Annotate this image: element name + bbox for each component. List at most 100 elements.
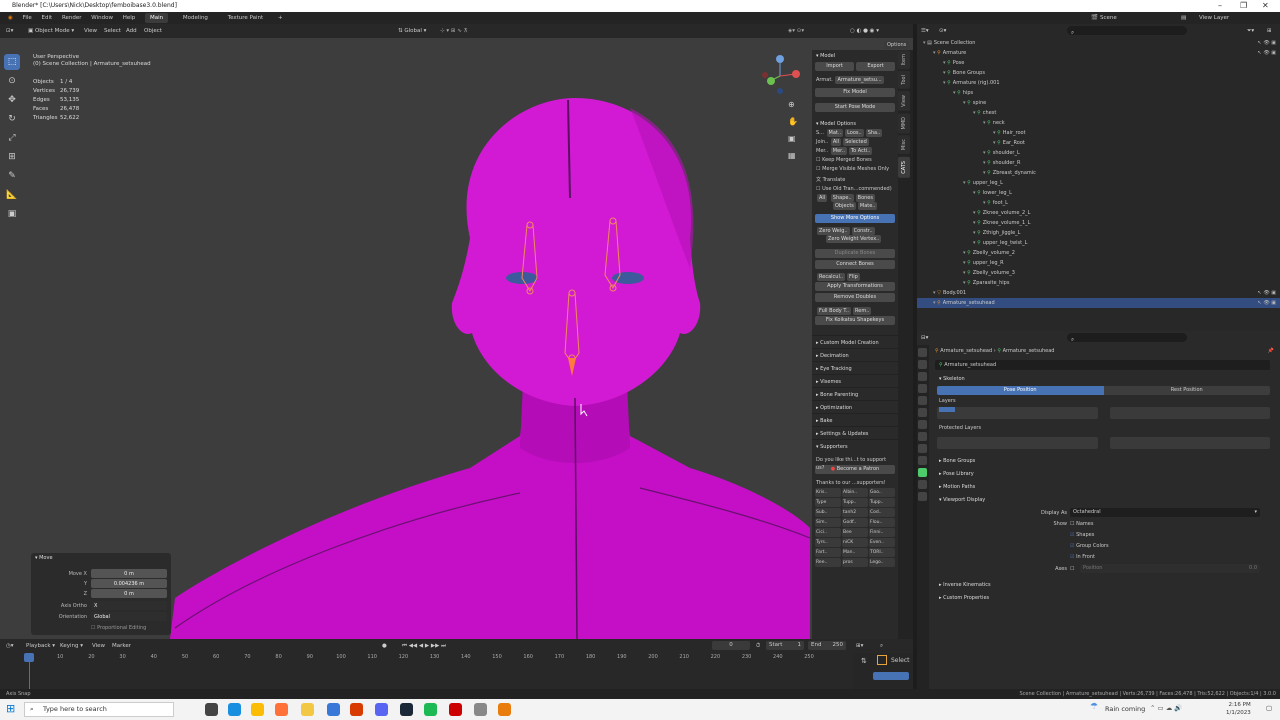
pose-position-button[interactable]: Pose Position [937,386,1104,395]
supporter-badge[interactable]: Sub.. [815,508,841,517]
outliner-item[interactable]: ▾ ⚲ chest [917,108,1280,118]
merge-visible-checkbox[interactable]: ☐ [816,166,820,172]
taskbar-search-input[interactable]: ⌕ Type here to search [24,702,174,717]
outliner-item[interactable]: ▾ ⚲ Ear_Root [917,138,1280,148]
outliner-editor-type-icon[interactable]: ☰▾ [921,24,929,38]
translate-all-button[interactable]: All [817,194,828,202]
keying-menu[interactable]: Keying ▾ [60,639,83,653]
supporter-badge[interactable]: tanh2 [842,508,868,517]
blender-logo-icon[interactable]: ◉ [8,15,13,21]
skeleton-panel-header[interactable]: ▾ Skeleton [917,373,1280,386]
system-tray-icons[interactable]: ⌃ ▭ ☁ 🔊 [1150,704,1182,712]
section-decimation[interactable]: ▸ Decimation [812,348,898,361]
supporter-badge[interactable]: Bee [842,528,868,537]
tool-tab-icon[interactable] [918,348,927,357]
fix-koikatsu-button[interactable]: Fix Koikatsu Shapekeys [815,316,895,325]
move-z-field[interactable]: 0 m [91,589,167,598]
preview-range-icon[interactable]: ⏱ [756,639,760,653]
select-tool-icon[interactable]: ⬚ [4,54,20,70]
outliner-item[interactable]: ▾ ⚲ lower_leg_L [917,188,1280,198]
office-icon[interactable] [350,703,363,716]
workspace-tab-main[interactable]: Main [145,13,169,23]
viewport-display-panel-header[interactable]: ▾ Viewport Display [917,494,1280,507]
separate-loose-button[interactable]: Loos.. [845,129,864,137]
zero-weight-button[interactable]: Zero Weig.. [817,227,850,235]
layers-block-a[interactable] [937,407,1098,419]
menu-window[interactable]: Window [91,15,113,21]
current-frame-field[interactable]: 0 [712,641,750,650]
protected-block-a[interactable] [937,437,1098,449]
export-button[interactable]: Export [856,62,895,71]
rotate-tool-icon[interactable]: ↻ [4,111,20,127]
recalc-normals-button[interactable]: Recalcul.. [817,273,846,281]
cursor-tool-icon[interactable]: ⊙ [4,73,20,89]
translate-shapekeys-button[interactable]: Shape.. [830,194,854,202]
inverse-kinematics-panel-header[interactable]: ▸ Inverse Kinematics [917,579,1280,592]
chrome-icon[interactable] [251,703,264,716]
supporter-badge[interactable]: Ree.. [815,558,841,567]
supporter-badge[interactable]: Kris.. [815,488,841,497]
translate-materials-button[interactable]: Mate.. [857,202,878,210]
axes-position-field[interactable]: Position 0.0 [1080,564,1260,573]
connect-bones-button[interactable]: Connect Bones [815,260,895,269]
motion-paths-panel-header[interactable]: ▸ Motion Paths [917,481,1280,494]
texture-tab-icon[interactable] [918,492,927,501]
remove-button[interactable]: Rem.. [853,307,872,315]
names-checkbox[interactable]: ☐ Names [1070,519,1093,530]
supporter-badge[interactable]: Godf.. [842,518,868,527]
notifications-icon[interactable]: ▢ [1266,704,1272,712]
options-dropdown[interactable]: Options [884,41,910,49]
add-cube-tool-icon[interactable]: ▣ [4,206,20,222]
section-bone-parenting[interactable]: ▸ Bone Parenting [812,387,898,400]
add-menu[interactable]: Add [126,24,137,38]
move-y-field[interactable]: 0.004236 m [91,579,167,588]
section-eye-tracking[interactable]: ▸ Eye Tracking [812,361,898,374]
merge-button[interactable]: Mer.. [830,147,847,155]
flip-normals-button[interactable]: Flip [847,273,860,281]
outliner-item[interactable]: ▾ ⚲ Zbreast_dynamic [917,168,1280,178]
modifiers-tab-icon[interactable] [918,432,927,441]
pan-hand-icon[interactable]: ✋ [788,113,800,130]
weather-label[interactable]: Rain coming [1105,705,1145,713]
protected-layers-grid[interactable] [937,437,1270,449]
outliner-item[interactable]: ▾ ⚲ Armature (rig).001 [917,78,1280,88]
outliner-item[interactable]: ▾ ⚲ Zbelly_volume_2 [917,248,1280,258]
playback-controls[interactable]: ⏮ ◀◀ ◀ ▶ ▶▶ ⏭ [402,639,446,653]
keep-merged-checkbox[interactable]: ☐ [816,157,820,163]
shapes-checkbox[interactable]: ☑ Shapes [1070,530,1094,541]
tab-mmd[interactable]: MMD [898,112,910,134]
mail-icon[interactable] [327,703,340,716]
record-icon[interactable]: ● [382,639,387,653]
supporter-badge[interactable]: Tyrs.. [815,538,841,547]
supporter-badge[interactable]: Flou.. [869,518,895,527]
task-view-icon[interactable] [205,703,218,716]
tab-misc[interactable]: Misc [898,135,910,155]
edge-icon[interactable] [228,703,241,716]
outliner-item[interactable]: ▾ ⚲ Zknee_volume_2_L [917,208,1280,218]
outliner-item[interactable]: ▾ ⚲ hips [917,88,1280,98]
pose-library-panel-header[interactable]: ▸ Pose Library [917,468,1280,481]
view-layer-tab-icon[interactable] [918,384,927,393]
render-tab-icon[interactable] [918,360,927,369]
display-mode-icon[interactable]: ⊙▾ [939,24,946,38]
model-header[interactable]: ▾ Model [812,50,898,59]
object-tab-icon[interactable] [918,420,927,429]
translate-bones-button[interactable]: Bones [855,194,875,202]
discord-icon[interactable] [375,703,388,716]
outliner-item[interactable]: ▾ ⚲ neck [917,118,1280,128]
close-icon[interactable]: ✕ [1262,0,1269,12]
supporter-badge[interactable]: Type [815,498,841,507]
outliner-item[interactable]: ▾ ▽ Body.001 ↖ 👁 ▣ [917,288,1280,298]
rest-position-button[interactable]: Rest Position [1103,386,1270,395]
use-old-checkbox[interactable]: ☐ [816,186,820,192]
separate-material-button[interactable]: Mat.. [826,129,844,137]
outliner-item[interactable]: ▾ ⚲ Armature ↖ 👁 ▣ [917,48,1280,58]
tab-cats[interactable]: CATS [898,156,910,178]
supporter-badge[interactable]: TORI.. [869,548,895,557]
supporter-badge[interactable]: Even.. [869,538,895,547]
armature-data-tab-icon[interactable] [918,468,927,477]
world-tab-icon[interactable] [918,408,927,417]
annotate-tool-icon[interactable]: ✎ [4,168,20,184]
armature-datablock-field[interactable]: ⚲ Armature_setsuhead [935,360,1270,370]
camera-icon[interactable]: ▣ [788,130,800,147]
